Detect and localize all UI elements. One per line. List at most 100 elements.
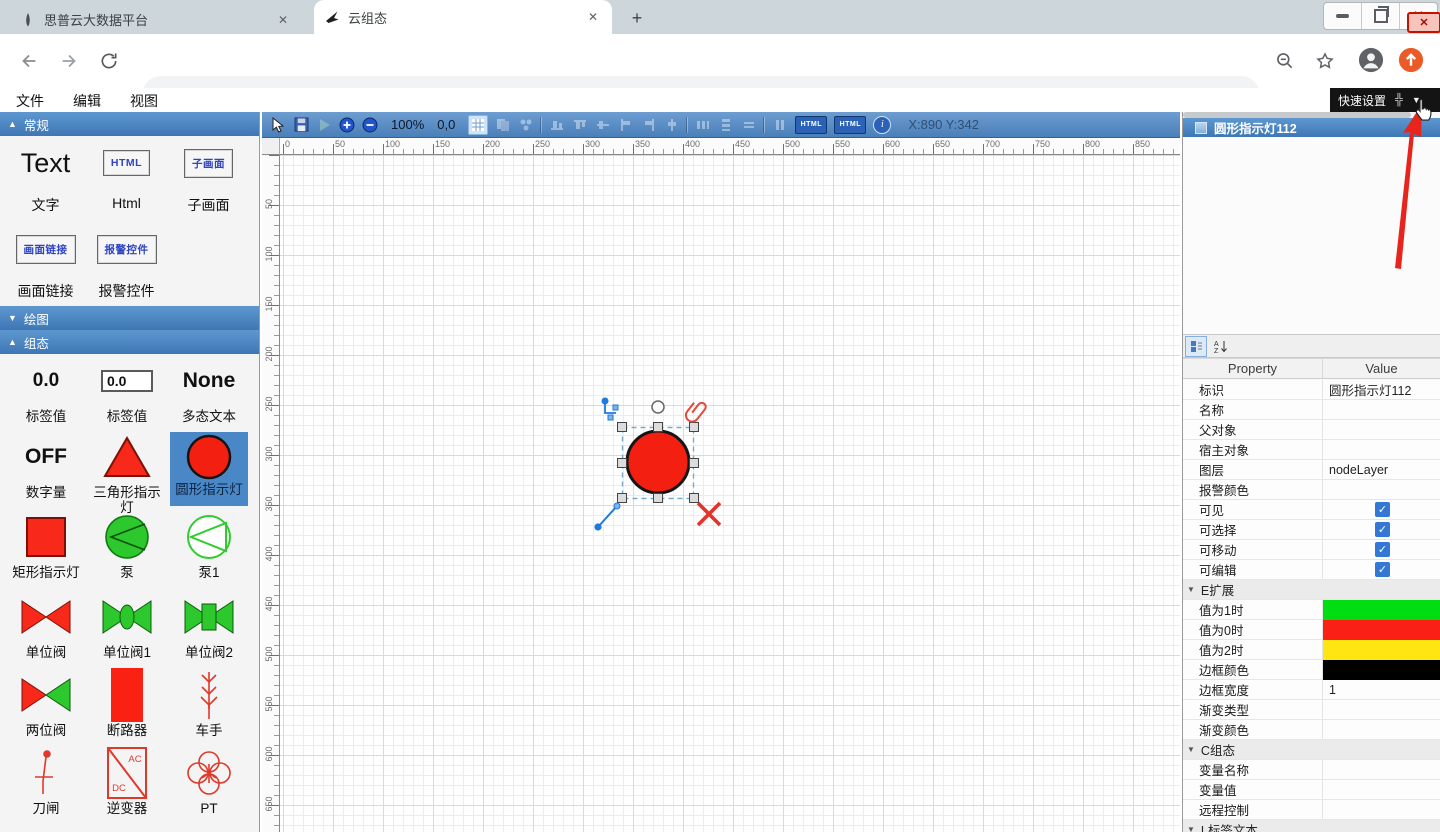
quick-settings-dropdown-icon[interactable]: ▼	[1412, 95, 1421, 105]
menu-file[interactable]: 文件	[16, 91, 44, 111]
palette-item-breaker[interactable]: 断路器	[88, 670, 166, 738]
select-cursor-icon[interactable]	[270, 117, 286, 133]
property-value[interactable]	[1323, 420, 1440, 439]
palette-item-pump[interactable]: 泵	[88, 512, 166, 580]
tab-close-icon[interactable]: ✕	[584, 8, 602, 26]
color-swatch[interactable]	[1323, 620, 1440, 640]
palette-item-pump-outline[interactable]: 泵1	[170, 512, 248, 580]
palette-item-valve-two-color[interactable]: 两位阀	[7, 670, 85, 738]
checkbox-checked-icon[interactable]: ✓	[1375, 522, 1390, 537]
selected-element[interactable]	[627, 431, 689, 493]
palette-section-scada[interactable]: ▲组态	[0, 330, 259, 354]
palette-item-html-element[interactable]: HTMLHtml	[86, 140, 167, 211]
align-center-icon[interactable]	[664, 117, 680, 133]
group-icon[interactable]	[518, 117, 534, 133]
column-property[interactable]: Property	[1183, 359, 1323, 378]
delete-x-icon[interactable]	[698, 503, 720, 525]
property-row-item[interactable]: 父对象	[1183, 420, 1440, 440]
reload-icon[interactable]	[96, 48, 122, 74]
info-icon[interactable]: i	[873, 116, 891, 134]
color-swatch[interactable]	[1323, 660, 1440, 680]
palette-section-general[interactable]: ▲常规	[0, 112, 259, 136]
column-value[interactable]: Value	[1323, 359, 1440, 378]
property-value[interactable]: 圆形指示灯112	[1323, 380, 1440, 399]
property-row-item[interactable]: 变量值	[1183, 780, 1440, 800]
same-width-icon[interactable]	[772, 117, 788, 133]
property-value[interactable]: ✓	[1323, 540, 1440, 559]
property-value[interactable]	[1323, 660, 1440, 679]
property-value[interactable]	[1323, 440, 1440, 459]
group-collapse-icon[interactable]: ▼	[1187, 580, 1195, 599]
property-value[interactable]	[1323, 700, 1440, 719]
window-restore-button[interactable]	[1361, 3, 1399, 29]
palette-item-alarm-control-element[interactable]: 报警控件报警控件	[86, 226, 167, 301]
checkbox-checked-icon[interactable]: ✓	[1375, 502, 1390, 517]
property-row-item[interactable]: 边框宽度1	[1183, 680, 1440, 700]
distribute-horizontal-icon[interactable]	[695, 117, 711, 133]
property-value[interactable]	[1323, 800, 1440, 819]
palette-item-subscreen-element[interactable]: 子画面子画面	[168, 140, 249, 215]
align-bottom-icon[interactable]	[549, 117, 565, 133]
save-icon[interactable]	[293, 117, 309, 133]
property-value[interactable]	[1323, 480, 1440, 499]
connector-handle-icon[interactable]	[602, 398, 619, 421]
copy-icon[interactable]	[495, 117, 511, 133]
property-row-item[interactable]: 可移动✓	[1183, 540, 1440, 560]
palette-item-triangle-indicator[interactable]: 三角形指示灯	[88, 432, 166, 515]
checkbox-checked-icon[interactable]: ✓	[1375, 562, 1390, 577]
new-tab-button[interactable]: +	[626, 7, 648, 29]
align-top-icon[interactable]	[572, 117, 588, 133]
property-value[interactable]: nodeLayer	[1323, 460, 1440, 479]
property-row-item[interactable]: 报警颜色	[1183, 480, 1440, 500]
back-icon[interactable]	[16, 48, 42, 74]
color-swatch[interactable]	[1323, 640, 1440, 660]
quick-settings-bar[interactable]: 快速设置 ╬ ▼	[1330, 88, 1440, 112]
palette-item-pt-transformer[interactable]: PT	[170, 748, 248, 816]
browser-tab-2[interactable]: 云组态 ✕	[314, 0, 612, 34]
menu-view[interactable]: 视图	[130, 91, 158, 111]
property-value[interactable]: ✓	[1323, 500, 1440, 519]
palette-item-digital-value[interactable]: OFF数字量	[7, 432, 85, 500]
menu-edit[interactable]: 编辑	[73, 91, 101, 111]
property-row-item[interactable]: 渐变颜色	[1183, 720, 1440, 740]
window-minimize-button[interactable]	[1324, 3, 1361, 29]
palette-item-valve-green-rect[interactable]: 单位阀2	[170, 592, 248, 660]
html-preview-button[interactable]: HTML	[834, 116, 866, 134]
palette-item-inverter[interactable]: ACDC逆变器	[88, 748, 166, 816]
distribute-vertical-icon[interactable]	[718, 117, 734, 133]
palette-item-circle-indicator[interactable]: 圆形指示灯	[170, 432, 248, 506]
palette-section-drawing[interactable]: ▼绘图	[0, 306, 259, 330]
palette-item-screen-link-element[interactable]: 画面链接画面链接	[5, 226, 86, 301]
rotate-handle[interactable]	[652, 401, 664, 413]
design-canvas[interactable]	[280, 155, 1180, 832]
group-collapse-icon[interactable]: ▼	[1187, 820, 1195, 832]
palette-item-knife-switch[interactable]: 刀闸	[7, 748, 85, 816]
property-row-item[interactable]: 值为1时	[1183, 600, 1440, 620]
attach-paperclip-icon[interactable]	[683, 398, 707, 424]
property-value[interactable]	[1323, 720, 1440, 739]
object-tree-area[interactable]	[1183, 137, 1440, 334]
tab-close-icon[interactable]: ✕	[274, 11, 292, 29]
palette-item-trolley[interactable]: 车手	[170, 670, 248, 738]
property-row-item[interactable]: 边框颜色	[1183, 660, 1440, 680]
property-value[interactable]	[1323, 640, 1440, 659]
property-row-item[interactable]: 远程控制	[1183, 800, 1440, 820]
property-row-item[interactable]: 可编辑✓	[1183, 560, 1440, 580]
palette-item-multi-state-text[interactable]: None多态文本	[170, 356, 248, 424]
property-value[interactable]	[1323, 620, 1440, 639]
html-source-button[interactable]: HTML	[795, 116, 827, 134]
property-row-group[interactable]: ▼C组态	[1183, 740, 1440, 760]
same-size-icon[interactable]	[741, 117, 757, 133]
property-value[interactable]	[1323, 780, 1440, 799]
property-row-item[interactable]: 图层nodeLayer	[1183, 460, 1440, 480]
palette-item-valve-red[interactable]: 单位阀	[7, 592, 85, 660]
group-collapse-icon[interactable]: ▼	[1187, 740, 1195, 759]
zoom-out-icon[interactable]	[362, 117, 378, 133]
zoom-in-icon[interactable]	[339, 117, 355, 133]
palette-item-valve-green-ellipse[interactable]: 单位阀1	[88, 592, 166, 660]
property-row-item[interactable]: 标识圆形指示灯112	[1183, 380, 1440, 400]
property-value[interactable]: ✓	[1323, 560, 1440, 579]
property-row-item[interactable]: 值为0时	[1183, 620, 1440, 640]
bookmark-star-icon[interactable]	[1312, 48, 1338, 74]
align-left-icon[interactable]	[618, 117, 634, 133]
